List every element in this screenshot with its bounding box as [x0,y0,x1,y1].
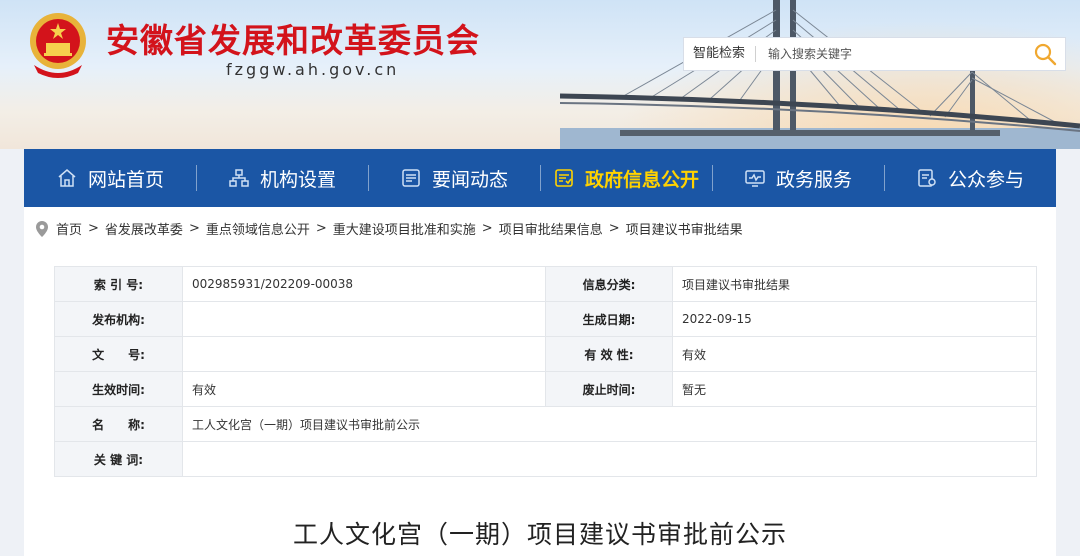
breadcrumb: 首页 > 省发展改革委 > 重点领域信息公开 > 重大建设项目批准和实施 > 项… [36,219,743,238]
breadcrumb-item-approval-results[interactable]: 项目审批结果信息 [499,219,603,238]
keywords-value [182,441,1037,477]
created-date-value: 2022-09-15 [672,301,1037,337]
nav-item-label: 公众参与 [947,168,1024,191]
nav-item-news[interactable]: 要闻动态 [368,149,540,207]
category-value: 项目建议书审批结果 [672,266,1037,302]
table-row: 发布机构: 生成日期: 2022-09-15 [54,301,1037,337]
site-header: 安徽省发展和改革委员会 fzggw.ah.gov.cn 智能检索 [0,0,1080,149]
main-content: 首页 > 省发展改革委 > 重点领域信息公开 > 重大建设项目批准和实施 > 项… [24,207,1056,556]
index-label: 索 引 号: [54,266,183,302]
breadcrumb-item-home[interactable]: 首页 [56,219,82,238]
participation-icon [918,169,936,187]
search-box: 智能检索 [683,37,1066,71]
created-date-label: 生成日期: [545,301,673,337]
breadcrumb-separator: > [481,221,493,236]
effective-time-label: 生效时间: [54,371,183,407]
nav-item-services[interactable]: 政务服务 [712,149,884,207]
search-button[interactable] [1025,38,1065,70]
nav-item-label: 政务服务 [775,168,852,191]
nav-item-label: 网站首页 [87,168,164,191]
site-domain: fzggw.ah.gov.cn [226,60,400,79]
keywords-label: 关 键 词: [54,441,183,477]
site-title: 安徽省发展和改革委员会 [106,21,480,60]
nav-item-label: 机构设置 [259,168,336,191]
doc-number-label: 文 号: [54,336,183,372]
article-title: 工人文化宫（一期）项目建议书审批前公示 [292,520,787,549]
nav-item-label: 要闻动态 [431,168,508,191]
category-label: 信息分类: [545,266,673,302]
home-icon [58,169,76,187]
table-row: 生效时间: 有效 废止时间: 暂无 [54,371,1037,407]
name-label: 名 称: [54,406,183,442]
news-icon [402,169,420,187]
nav-item-home[interactable]: 网站首页 [24,149,196,207]
breadcrumb-item-major-projects[interactable]: 重大建设项目批准和实施 [333,219,476,238]
table-row: 关 键 词: [54,441,1037,477]
index-value: 002985931/202209-00038 [182,266,546,302]
breadcrumb-separator: > [88,221,99,236]
national-emblem-icon [30,13,86,78]
breadcrumb-item-commission[interactable]: 省发展改革委 [105,219,183,238]
validity-value: 有效 [672,336,1037,372]
main-nav: 网站首页 机构设置 要闻动态 政府信息公开 政务服务 公众参与 [24,149,1056,207]
name-value: 工人文化宫（一期）项目建议书审批前公示 [182,406,1037,442]
effective-time-value: 有效 [182,371,546,407]
breadcrumb-item-proposal-results[interactable]: 项目建议书审批结果 [626,219,743,238]
nav-item-government-info[interactable]: 政府信息公开 [540,149,712,207]
search-scope-label[interactable]: 智能检索 [684,46,757,62]
repeal-time-label: 废止时间: [545,371,673,407]
nav-item-label: 政府信息公开 [584,168,699,191]
search-icon [1034,43,1057,66]
info-metadata-table: 索 引 号: 002985931/202209-00038 信息分类: 项目建议… [54,266,1037,477]
table-row: 文 号: 有 效 性: 有效 [54,336,1037,372]
breadcrumb-separator: > [188,221,200,236]
monitor-icon [745,170,765,187]
publisher-value [182,301,546,337]
bridge-banner-image [560,0,1080,149]
validity-label: 有 效 性: [545,336,673,372]
table-row: 名 称: 工人文化宫（一期）项目建议书审批前公示 [54,406,1037,442]
breadcrumb-item-key-areas[interactable]: 重点领域信息公开 [206,219,310,238]
breadcrumb-separator: > [608,221,620,236]
breadcrumb-separator: > [315,221,327,236]
nav-item-participation[interactable]: 公众参与 [884,149,1056,207]
table-row: 索 引 号: 002985931/202209-00038 信息分类: 项目建议… [54,266,1037,302]
search-input[interactable] [756,38,1025,70]
doc-number-value [182,336,546,372]
document-icon [555,169,573,187]
nav-item-organization[interactable]: 机构设置 [196,149,368,207]
repeal-time-value: 暂无 [672,371,1037,407]
publisher-label: 发布机构: [54,301,183,337]
org-chart-icon [229,169,249,187]
location-pin-icon [36,220,48,237]
